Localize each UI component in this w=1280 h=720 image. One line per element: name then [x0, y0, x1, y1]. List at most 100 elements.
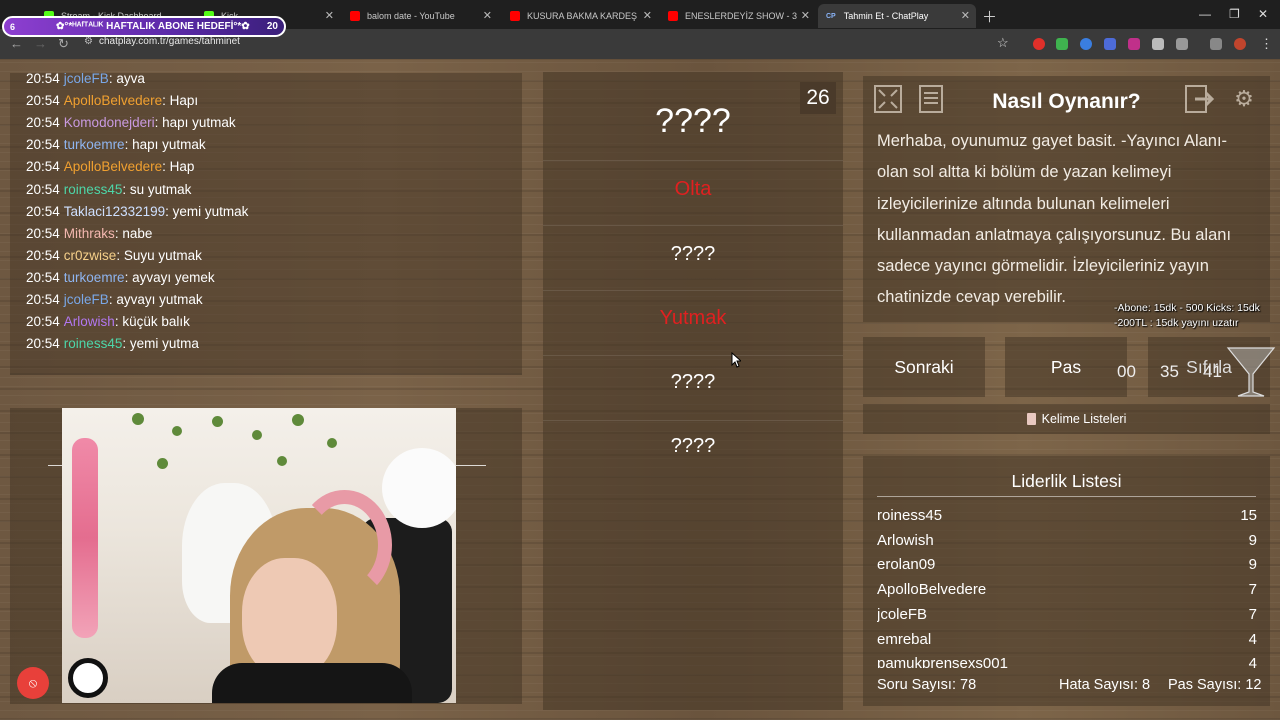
minimize-icon[interactable]: — — [1199, 7, 1211, 21]
tab-youtube-balom[interactable]: balom date - YouTube ✕ — [342, 4, 498, 28]
player-name: roiness45 — [877, 507, 943, 524]
chat-time: 20:54 — [26, 137, 60, 153]
tab-title: KUSURA BAKMA KARDEŞ | Mac — [527, 11, 639, 21]
chat-text: : hapı yutmak — [154, 115, 236, 131]
chat-username[interactable]: Arlowish — [64, 314, 115, 329]
chat-time: 20:54 — [26, 269, 60, 285]
extension-shield-icon[interactable] — [1056, 38, 1068, 50]
bookmark-star-icon[interactable]: ☆ — [997, 35, 1009, 51]
chat-username[interactable]: ApolloBelvedere — [64, 93, 162, 108]
chat-text: : Hapı — [162, 93, 199, 109]
chat-username[interactable]: jcoleFB — [64, 73, 109, 86]
chat-text: : Hap — [162, 159, 195, 175]
chat-message: 20:54 Mithraks: nabe — [26, 226, 152, 241]
pass-button[interactable]: Pas — [1005, 337, 1127, 397]
chat-username[interactable]: roiness45 — [64, 182, 123, 197]
decor — [172, 426, 182, 436]
chat-text: : hapı yutmak — [124, 137, 206, 153]
timer-milliseconds: 41 — [1203, 362, 1222, 381]
chat-time: 20:54 — [26, 115, 60, 131]
chat-text: : yemi yutmak — [165, 203, 249, 219]
extensions-puzzle-icon[interactable] — [1176, 38, 1188, 50]
player-name: jcoleFB — [877, 605, 928, 623]
word-slot: ???? — [655, 102, 731, 140]
word-lists-button[interactable]: Kelime Listeleri — [863, 412, 1280, 426]
close-icon[interactable]: ✕ — [961, 9, 970, 22]
decor — [327, 438, 337, 448]
tab-youtube-eneslerdeyiz[interactable]: ENESLERDEYİZ SHOW - 3. BÖLÜ ✕ — [660, 4, 816, 28]
back-icon[interactable]: ← — [10, 36, 23, 51]
extension-pink-icon[interactable] — [1128, 38, 1140, 50]
window-close-icon[interactable]: ✕ — [1258, 7, 1268, 21]
chat-divider — [10, 373, 522, 375]
timer-minutes: 00 — [1117, 362, 1136, 381]
chat-text: : ayvayı yutmak — [108, 292, 203, 307]
menu-kebab-icon[interactable]: ⋮ — [1260, 36, 1273, 52]
webcam-video — [62, 408, 456, 703]
maximize-icon[interactable]: ❐ — [1229, 7, 1240, 21]
chat-message: 20:54 jcoleFB: ayvayı yutmak — [26, 292, 203, 307]
extension-translate-icon[interactable] — [1104, 38, 1116, 50]
chat-text: : nabe — [114, 225, 153, 241]
book-icon — [1026, 413, 1036, 425]
chat-time: 20:54 — [26, 203, 60, 219]
error-count: Hata Sayısı: 8 — [1059, 677, 1151, 693]
chat-username[interactable]: jcoleFB — [64, 292, 109, 307]
streamer-shirt — [212, 663, 412, 703]
tab-youtube-kusura[interactable]: KUSURA BAKMA KARDEŞ | Mac ✕ — [502, 4, 658, 28]
chat-message: 20:54 Taklaci12332199: yemi yutmak — [26, 204, 248, 219]
reading-list-icon[interactable] — [1210, 38, 1222, 50]
site-info-icon[interactable]: ⚙ — [84, 36, 93, 47]
headset — [297, 490, 392, 600]
tab-title: Tahmin Et - ChatPlay — [843, 11, 929, 21]
url-field[interactable]: ⚙ chatplay.com.tr/games/tahminet — [84, 36, 240, 47]
player-score: 7 — [1248, 605, 1257, 623]
next-button[interactable]: Sonraki — [863, 337, 985, 397]
close-icon[interactable]: ✕ — [483, 9, 492, 22]
profile-avatar[interactable] — [1234, 38, 1246, 50]
weekly-sub-goal-banner: 6 ✿°*ᴴᴬᶠᵀᴬᴸᴵᴷ HAFTALIK ABONE HEDEFİ°*✿ 2… — [2, 16, 286, 37]
forward-icon[interactable]: → — [34, 36, 47, 51]
leaderboard-list: roiness45 15 Arlowish 9 erolan09 9 ApolloBelve… — [877, 505, 1257, 668]
chat-username[interactable]: Mithraks — [64, 226, 115, 241]
player-score: 9 — [1248, 556, 1257, 574]
chat-username[interactable]: ApolloBelvedere — [64, 159, 162, 174]
record-icon: ⦸ — [28, 675, 38, 690]
chat-username[interactable]: Taklaci12332199 — [64, 204, 165, 219]
tab-title: ENESLERDEYİZ SHOW - 3. BÖLÜ — [685, 11, 797, 21]
reload-icon[interactable]: ↻ — [58, 36, 69, 52]
extension-box-icon[interactable] — [1152, 38, 1164, 50]
chat-username[interactable]: turkoemre — [64, 137, 125, 152]
pass-count: Pas Sayısı: 12 — [1168, 677, 1262, 693]
chat-username[interactable]: turkoemre — [64, 270, 125, 285]
decor — [252, 430, 262, 440]
chat-time: 20:54 — [26, 247, 60, 263]
chat-username[interactable]: roiness45 — [64, 336, 123, 351]
record-button[interactable]: ⦸ — [17, 667, 49, 699]
close-icon[interactable]: ✕ — [801, 9, 810, 22]
word-divider — [543, 160, 843, 161]
word-slot: Yutmak — [659, 307, 727, 329]
player-name: pamukprensexs001 — [877, 655, 1008, 668]
new-tab-icon[interactable]: ＋ — [982, 6, 997, 27]
chat-username[interactable]: cr0zwise — [64, 248, 117, 263]
timer-seconds: 35 — [1160, 362, 1179, 381]
chat-message: 20:54 ApolloBelvedere: Hap — [26, 159, 194, 174]
chat-time: 20:54 — [26, 93, 60, 109]
close-icon[interactable]: ✕ — [325, 9, 334, 22]
chat-username[interactable]: Komodonejderi — [64, 115, 155, 130]
how-to-play-text: Merhaba, oyunumuz gayet basit. -Yayıncı … — [877, 132, 1232, 307]
leaderboard-divider — [877, 496, 1256, 497]
player-name: erolan09 — [877, 556, 936, 574]
extension-blue-icon[interactable] — [1080, 38, 1092, 50]
chat-message: 20:54 turkoemre: ayvayı yemek — [26, 270, 215, 285]
extension-red-icon[interactable] — [1033, 38, 1045, 50]
tab-chatplay[interactable]: CP Tahmin Et - ChatPlay ✕ — [818, 4, 976, 28]
close-icon[interactable]: ✕ — [643, 9, 652, 22]
player-score: 15 — [1240, 507, 1257, 524]
leaderboard-row: jcoleFB 7 — [877, 606, 1257, 623]
chat-time: 20:54 — [26, 73, 60, 86]
chat-message: 20:54 jcoleFB: ayva — [26, 73, 145, 86]
question-count: Soru Sayısı: 78 — [877, 677, 977, 693]
url-text: chatplay.com.tr/games/tahminet — [98, 36, 240, 47]
